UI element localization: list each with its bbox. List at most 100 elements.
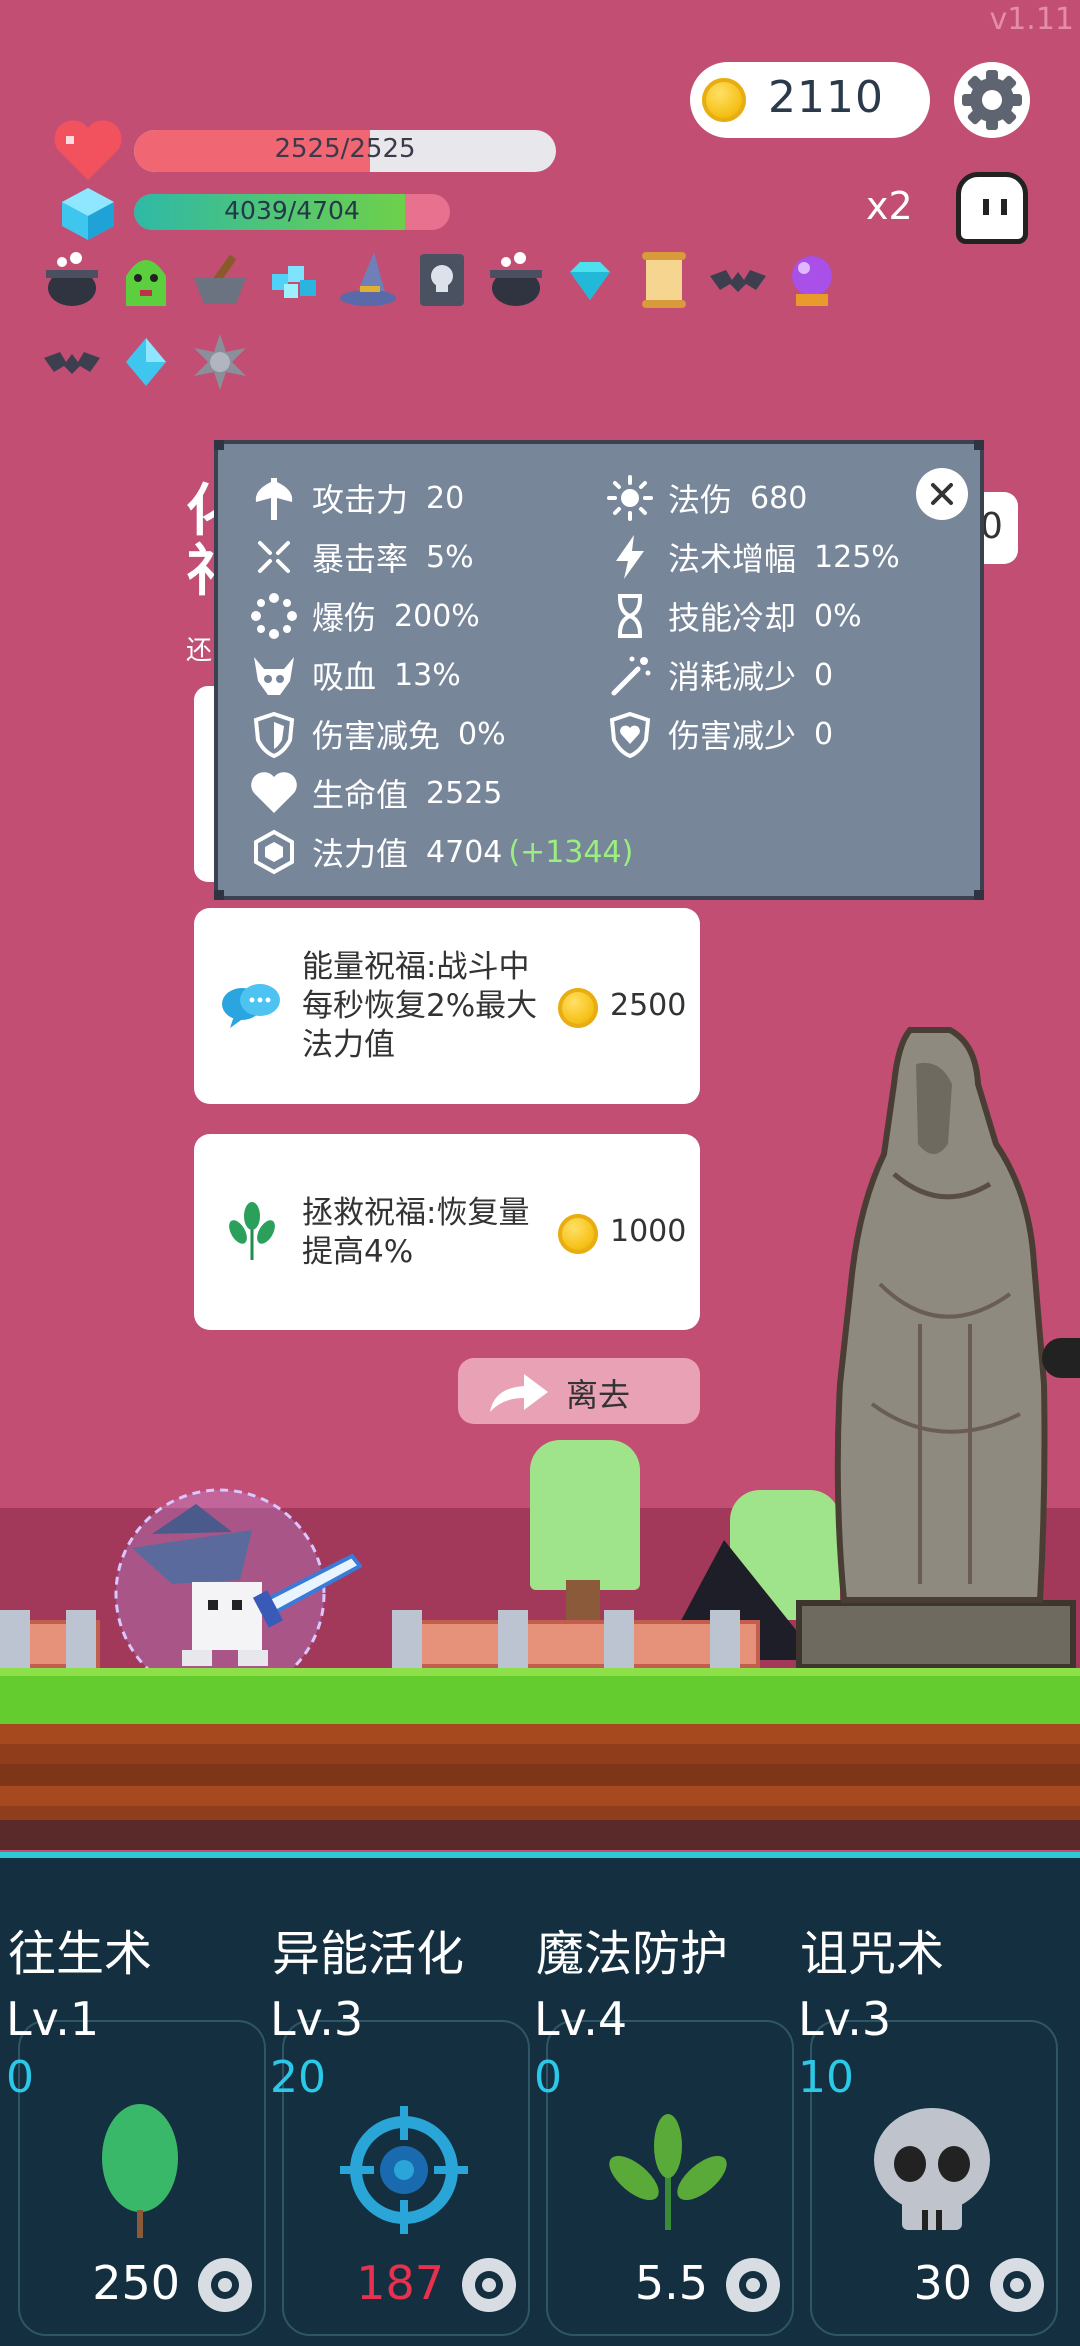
- coin-amount: 2110: [768, 72, 884, 123]
- heart-icon: [52, 118, 124, 184]
- fence: [410, 1620, 760, 1668]
- mp-text: 4039/4704: [224, 196, 360, 225]
- coin-counter: 2110: [690, 62, 930, 138]
- cooldown-gear-icon: [990, 2258, 1044, 2312]
- green-slime-icon[interactable]: [114, 248, 178, 312]
- arrow-right-icon: [490, 1374, 548, 1412]
- stat-spell-amp: 法术增幅 125%: [606, 533, 900, 581]
- skill-cooldown: 30: [913, 2256, 972, 2310]
- bat-icon[interactable]: [40, 330, 104, 394]
- spiked-ball-icon[interactable]: [188, 330, 252, 394]
- stat-mana: 法力值 4704 (+1344): [250, 828, 633, 876]
- skill-level: Lv.4: [534, 1992, 628, 2046]
- skill-mana-cost: 20: [270, 2052, 326, 2103]
- peek-card: [194, 686, 216, 882]
- coin-icon: [558, 1214, 598, 1254]
- skill-cooldown: 5.5: [634, 2256, 708, 2310]
- skill-mana-cost: 0: [534, 2052, 562, 2103]
- stat-attack: 攻击力 20: [250, 474, 464, 522]
- stat-crit-rate: 暴击率 5%: [250, 533, 474, 581]
- skill-name: 魔法防护: [536, 1926, 729, 1982]
- blessing-card-energy[interactable]: 能量祝福:战斗中 每秒恢复2%最大 法力值 2500: [194, 908, 700, 1104]
- gear-icon[interactable]: [952, 60, 1032, 140]
- grass-ground: [0, 1668, 1080, 1732]
- skill-level: Lv.1: [6, 1992, 100, 2046]
- skill-mana-cost: 0: [6, 2052, 34, 2103]
- stats-panel: 攻击力 20 暴击率 5% 爆伤 200% 吸血 13% 伤害减免 0% 生命值 2525 …: [214, 440, 984, 900]
- statue-base: [796, 1600, 1076, 1670]
- crystal-ball-icon[interactable]: [780, 248, 844, 312]
- stat-damage-decrease: 伤害减少 0: [606, 710, 833, 758]
- wizard-hat-icon[interactable]: [336, 248, 400, 312]
- stat-lifesteal: 吸血 13%: [250, 651, 461, 699]
- shield-icon: [253, 711, 295, 758]
- fence-post: [710, 1610, 740, 1672]
- bat-icon[interactable]: [706, 248, 770, 312]
- skull-icon: [874, 2108, 990, 2230]
- skill-level: Lv.3: [270, 1992, 364, 2046]
- skill-name: 诅咒术: [800, 1926, 945, 1982]
- skill-mana-cost: 10: [798, 2052, 854, 2103]
- diamond-icon[interactable]: [558, 248, 622, 312]
- cooldown-gear-icon: [198, 2258, 252, 2312]
- skill-slot-2[interactable]: 异能活化 Lv.3 20 187: [264, 1870, 530, 2336]
- fence-post: [392, 1610, 422, 1672]
- lightning-icon: [616, 535, 644, 579]
- crit-icon: [258, 541, 290, 573]
- tree: [530, 1440, 640, 1590]
- blue-cubes-icon[interactable]: [262, 248, 326, 312]
- skill-slot-1[interactable]: 往生术 Lv.1 0 250: [0, 1870, 266, 2336]
- coin-icon: [702, 78, 746, 122]
- fence-post: [66, 1610, 96, 1672]
- scroll-icon[interactable]: [632, 248, 696, 312]
- skill-cooldown: 250: [92, 2256, 180, 2310]
- close-icon[interactable]: [916, 468, 968, 520]
- axe-icon: [255, 478, 293, 520]
- burst-icon: [251, 593, 297, 639]
- vampire-icon: [254, 657, 294, 695]
- stat-cooldown: 技能冷却 0%: [606, 592, 862, 640]
- cooldown-gear-icon: [726, 2258, 780, 2312]
- leaf-icon: [102, 2104, 178, 2238]
- sprout-icon: [609, 2114, 727, 2230]
- target-icon: [340, 2106, 468, 2234]
- version-label: v1.11: [989, 2, 1074, 37]
- wand-icon: [611, 656, 651, 696]
- coin-icon: [558, 988, 598, 1028]
- blessing-price: 2500: [610, 988, 687, 1023]
- blessing-desc: 拯救祝福:恢复量 提高4%: [302, 1195, 530, 1270]
- crystal-icon: [58, 186, 118, 242]
- skill-slot-4[interactable]: 诅咒术 Lv.3 10 30: [792, 1870, 1058, 2336]
- heart-icon: [251, 772, 297, 813]
- mp-bar: 4039/4704: [134, 194, 450, 230]
- gem-icon: [254, 829, 294, 875]
- fence-post: [604, 1610, 634, 1672]
- bedrock: [0, 1820, 1080, 1850]
- offscreen-enemy: [1042, 1338, 1080, 1378]
- blue-crystal-icon[interactable]: [114, 330, 178, 394]
- speed-multiplier[interactable]: x2: [866, 184, 913, 228]
- stat-damage-reduction: 伤害减免 0%: [250, 710, 506, 758]
- statue: [820, 1024, 1060, 1604]
- chat-bubbles-icon: [222, 984, 280, 1028]
- stat-crit-damage: 爆伤 200%: [250, 592, 480, 640]
- cauldron-icon[interactable]: [40, 248, 104, 312]
- blessing-price: 1000: [610, 1214, 687, 1249]
- sun-icon: [607, 475, 653, 521]
- leave-button[interactable]: 离去: [458, 1358, 700, 1424]
- fence-post: [498, 1610, 528, 1672]
- ghost-icon[interactable]: [956, 172, 1028, 244]
- cauldron-icon[interactable]: [484, 248, 548, 312]
- blessing-card-rescue[interactable]: 拯救祝福:恢复量 提高4% 1000: [194, 1134, 700, 1330]
- hp-bar: 2525/2525: [134, 130, 556, 172]
- mortar-icon[interactable]: [188, 248, 252, 312]
- skill-level: Lv.3: [798, 1992, 892, 2046]
- hourglass-icon: [618, 594, 642, 638]
- skill-slot-3[interactable]: 魔法防护 Lv.4 0 5.5: [528, 1870, 794, 2336]
- stat-magic-damage: 法伤 680: [606, 474, 807, 522]
- skull-book-icon[interactable]: [410, 248, 474, 312]
- inventory-bar: [40, 248, 860, 394]
- skill-name: 往生术: [8, 1926, 153, 1982]
- skill-name: 异能活化: [272, 1926, 465, 1982]
- skill-cooldown: 187: [356, 2256, 444, 2310]
